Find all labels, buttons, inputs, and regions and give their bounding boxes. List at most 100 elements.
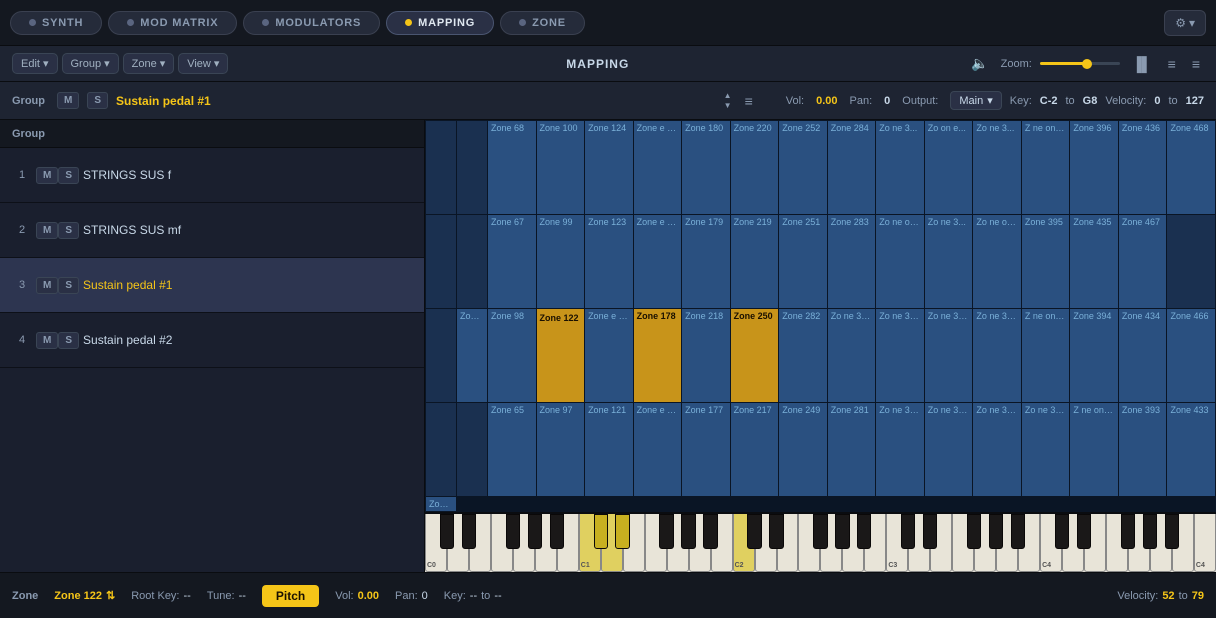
zone-cell[interactable]: Zone 467 [1119, 215, 1167, 308]
group-solo-button[interactable]: S [87, 92, 108, 109]
zone-cell[interactable]: Zo ne 33 7 [973, 403, 1021, 496]
view-menu[interactable]: View ▾ [178, 53, 228, 74]
zone-cell[interactable] [457, 215, 487, 308]
zone-cell[interactable]: Zo ne 33 8 [925, 309, 973, 402]
zone-cell[interactable]: Z ne on 3 7 8 [1022, 309, 1070, 402]
group-mute-button[interactable]: M [57, 92, 79, 109]
zone-cell[interactable] [426, 215, 456, 308]
zone-cell[interactable]: Zone 250 [731, 309, 779, 402]
zone-cell[interactable] [426, 309, 456, 402]
zone-cell[interactable]: Zone 468 [1167, 121, 1215, 214]
tab-zone[interactable]: ZONE [500, 11, 585, 35]
zone-cell[interactable]: Zone 395 [1022, 215, 1070, 308]
group-arrows[interactable]: ▲ ▼ [724, 91, 732, 110]
zone-cell[interactable]: Zone 179 [682, 215, 730, 308]
zone-cell[interactable]: Zone 65 [488, 403, 536, 496]
layer3-mute[interactable]: M [36, 277, 58, 294]
zone-cell[interactable]: Zone 97 [537, 403, 585, 496]
list-view-icon[interactable]: ≡ [740, 91, 758, 111]
zone-selector[interactable]: Zone 122 ⇅ [54, 589, 115, 602]
zone-cell[interactable]: Zo ne 31 3 [876, 403, 924, 496]
zone-cell[interactable]: Zone 218 [682, 309, 730, 402]
zone-cell[interactable]: Zo ne 36 2 [973, 309, 1021, 402]
zone-cell[interactable]: Zone 252 [779, 121, 827, 214]
zone-cell[interactable]: Zo ne 3 3 8 [876, 309, 924, 402]
layer2-mute[interactable]: M [36, 222, 58, 239]
zone-cell[interactable]: Zone 178 [634, 309, 682, 402]
zone-cell[interactable]: Zone e 154 [585, 309, 633, 402]
zone-cell[interactable] [457, 121, 487, 214]
zone-cell[interactable]: Zone 66 [457, 309, 487, 402]
layer-row-3[interactable]: 3 M S Sustain pedal #1 [0, 258, 424, 313]
zone-cell[interactable] [426, 121, 456, 214]
zoom-slider[interactable] [1040, 62, 1120, 65]
zone-cell[interactable]: Zone 466 [1167, 309, 1215, 402]
grid-icon[interactable]: ≡ [1164, 54, 1180, 74]
settings-button[interactable]: ⚙ ▾ [1164, 10, 1206, 36]
zone-cell[interactable]: Zone 282 [779, 309, 827, 402]
zone-cell[interactable]: Zo ne 3 e 3 2 9 [925, 403, 973, 496]
zone-cell[interactable]: Zone e 156 [634, 121, 682, 214]
zone-cell[interactable]: Zo ne 31 4 [828, 309, 876, 402]
tab-modulators[interactable]: MODULATORS [243, 11, 380, 35]
zone-cell[interactable]: Zone 281 [828, 403, 876, 496]
pitch-button[interactable]: Pitch [262, 585, 319, 607]
zone-cell[interactable]: Zone 123 [585, 215, 633, 308]
zone-cell[interactable]: Zone 219 [731, 215, 779, 308]
zone-cell[interactable]: Zone 177 [682, 403, 730, 496]
layer1-mute[interactable]: M [36, 167, 58, 184]
zone-cell[interactable]: Zo ne 3... [876, 121, 924, 214]
tab-synth[interactable]: SYNTH [10, 11, 102, 35]
zone-cell[interactable] [457, 403, 487, 496]
layer3-solo[interactable]: S [58, 277, 79, 294]
zone-cell[interactable]: Zone 124 [585, 121, 633, 214]
zone-cell[interactable]: Zo ne on e... [973, 215, 1021, 308]
zone-cell[interactable]: Zone 394 [1070, 309, 1118, 402]
zone-cell[interactable]: Zone 434 [1119, 309, 1167, 402]
zone-cell[interactable]: Zo ne 3... [973, 121, 1021, 214]
speaker-icon[interactable]: 🔈 [967, 53, 992, 74]
zone-cell[interactable] [426, 403, 456, 496]
layer-row-4[interactable]: 4 M S Sustain pedal #2 [0, 313, 424, 368]
zone-cell[interactable]: Zone 283 [828, 215, 876, 308]
zone-cell[interactable]: Zone 122 [537, 309, 585, 402]
zone-cell[interactable]: Zone e 153 [634, 403, 682, 496]
tab-mapping[interactable]: MAPPING [386, 11, 494, 35]
zone-cell[interactable]: Zone 100 [537, 121, 585, 214]
layer-row-2[interactable]: 2 M S STRINGS SUS mf [0, 203, 424, 258]
group-menu[interactable]: Group ▾ [62, 53, 119, 74]
zone-cell[interactable]: Zone 284 [828, 121, 876, 214]
zone-cell[interactable]: Zone 465 [426, 497, 456, 511]
zone-cell[interactable]: Zone 436 [1119, 121, 1167, 214]
layer4-solo[interactable]: S [58, 332, 79, 349]
zone-cell[interactable]: Zone 67 [488, 215, 536, 308]
bars-icon[interactable]: ▐▌ [1128, 54, 1156, 74]
zone-cell[interactable]: Zo on e... [925, 121, 973, 214]
edit-menu[interactable]: Edit ▾ [12, 53, 58, 74]
zone-cell[interactable]: Zone 220 [731, 121, 779, 214]
zone-cell[interactable]: Zo ne 3... [925, 215, 973, 308]
zone-cell[interactable]: Zone 251 [779, 215, 827, 308]
layer-row-1[interactable]: 1 M S STRINGS SUS f [0, 148, 424, 203]
zone-cell[interactable]: Zone 98 [488, 309, 536, 402]
zone-cell[interactable]: Zone 217 [731, 403, 779, 496]
zone-cell[interactable]: Zone 393 [1119, 403, 1167, 496]
zone-cell[interactable]: Zone 180 [682, 121, 730, 214]
zone-cell[interactable]: Zone 249 [779, 403, 827, 496]
zone-cell[interactable] [1167, 215, 1215, 308]
zone-cell[interactable]: Z ne on e... [1022, 121, 1070, 214]
zone-cell[interactable]: Z ne on e 3 77 [1070, 403, 1118, 496]
zone-cell[interactable]: Zone 121 [585, 403, 633, 496]
zone-cell[interactable]: Zone 396 [1070, 121, 1118, 214]
zone-cell[interactable]: Zo ne 36 1 [1022, 403, 1070, 496]
tab-mod-matrix[interactable]: MOD MATRIX [108, 11, 237, 35]
layer1-solo[interactable]: S [58, 167, 79, 184]
layer4-mute[interactable]: M [36, 332, 58, 349]
layer2-solo[interactable]: S [58, 222, 79, 239]
zone-menu[interactable]: Zone ▾ [123, 53, 175, 74]
zone-cell[interactable]: Zone 435 [1070, 215, 1118, 308]
zone-cell[interactable]: Zone 433 [1167, 403, 1215, 496]
zone-cell[interactable]: Zone 68 [488, 121, 536, 214]
output-selector[interactable]: Main ▾ [950, 91, 1001, 110]
zone-cell[interactable]: Zone 99 [537, 215, 585, 308]
